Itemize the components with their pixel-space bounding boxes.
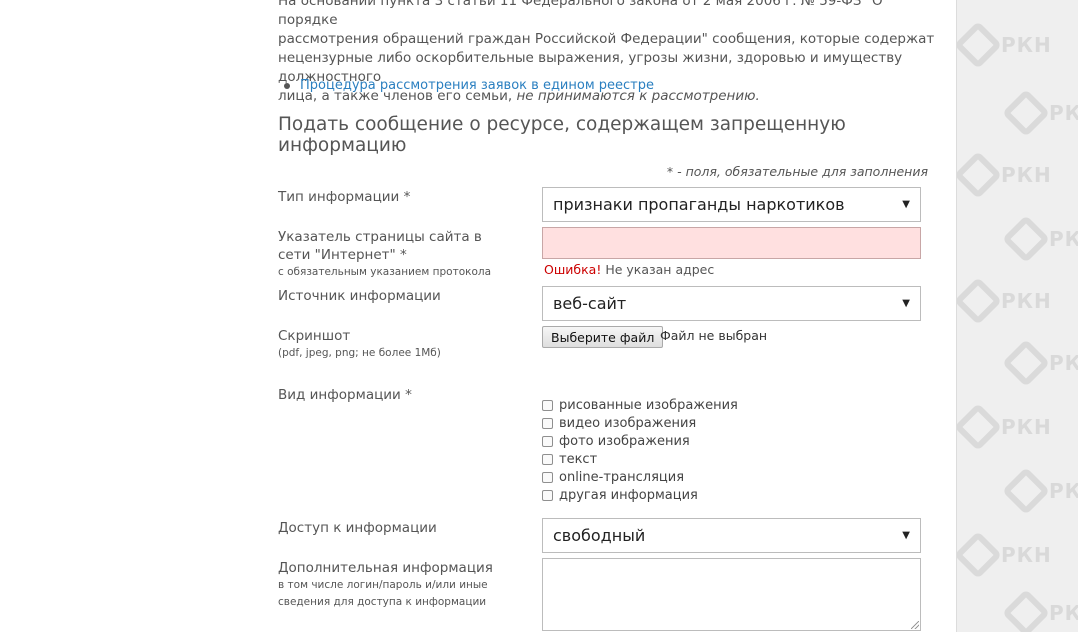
- kind-label: Вид информации *: [278, 387, 412, 403]
- watermark-tile: РКН: [1001, 88, 1078, 138]
- source-value: веб-сайт: [553, 294, 627, 313]
- checkbox-label: другая информация: [559, 487, 698, 503]
- checkbox-drawn-images[interactable]: рисованные изображения: [542, 396, 738, 414]
- form-title: Подать сообщение о ресурсе, содержащем з…: [278, 114, 846, 156]
- extra-info-label: Дополнительная информация в том числе ло…: [278, 559, 493, 611]
- checkbox[interactable]: [542, 435, 553, 447]
- watermark-tile: РКН: [1001, 466, 1078, 516]
- screenshot-hint: (pdf, jpeg, png; не более 1Мб): [278, 347, 441, 359]
- rkn-logo-icon: [1001, 588, 1051, 632]
- source-label: Источник информации: [278, 288, 441, 304]
- watermark-tile: РКН: [1001, 588, 1078, 632]
- checkbox-photo[interactable]: фото изображения: [542, 432, 738, 450]
- intro-line: На основании пункта 3 статьи 11 Федераль…: [278, 0, 883, 28]
- choose-file-button[interactable]: Выберите файл: [542, 326, 664, 348]
- info-type-select[interactable]: признаки пропаганды наркотиков ▼: [542, 187, 921, 222]
- checkbox[interactable]: [542, 417, 553, 429]
- checkbox-label: фото изображения: [559, 433, 690, 449]
- rkn-logo-icon: [957, 276, 1003, 326]
- watermark-background: РКН РКН РКН РКН РКН РКН РКН РКН РКН РКН: [956, 0, 1078, 632]
- access-select[interactable]: свободный ▼: [542, 518, 921, 553]
- procedure-list-item: Процедура рассмотрения заявок в едином р…: [284, 78, 654, 93]
- checkbox[interactable]: [542, 489, 553, 501]
- checkbox-video[interactable]: видео изображения: [542, 414, 738, 432]
- source-select[interactable]: веб-сайт ▼: [542, 286, 921, 321]
- rkn-logo-icon: [1001, 338, 1051, 388]
- url-label-text: Указатель страницы сайта в сети "Интерне…: [278, 229, 482, 263]
- checkbox[interactable]: [542, 399, 553, 411]
- url-error-message: Ошибка! Не указан адрес: [544, 262, 714, 277]
- checkbox[interactable]: [542, 471, 553, 483]
- checkbox-label: текст: [559, 451, 598, 467]
- url-hint: с обязательным указанием протокола: [278, 266, 492, 278]
- watermark-tile: РКН: [957, 150, 1052, 200]
- rkn-logo-icon: [1001, 88, 1051, 138]
- bullet-icon: [284, 82, 290, 89]
- resize-handle-icon[interactable]: [911, 621, 919, 629]
- chevron-down-icon: ▼: [902, 530, 910, 541]
- checkbox-other[interactable]: другая информация: [542, 486, 738, 504]
- info-type-value: признаки пропаганды наркотиков: [553, 195, 845, 214]
- info-type-label: Тип информации *: [278, 189, 411, 205]
- kind-checkbox-list: рисованные изображения видео изображения…: [542, 396, 738, 504]
- checkbox-online-stream[interactable]: online-трансляция: [542, 468, 738, 486]
- access-label: Доступ к информации: [278, 520, 437, 536]
- screenshot-label: Скриншот (pdf, jpeg, png; не более 1Мб): [278, 327, 441, 362]
- main-content: На основании пункта 3 статьи 11 Федераль…: [278, 0, 934, 632]
- url-input[interactable]: [542, 227, 921, 259]
- required-fields-note: * - поля, обязательные для заполнения: [666, 164, 928, 179]
- rkn-logo-icon: [1001, 214, 1051, 264]
- screenshot-label-text: Скриншот: [278, 328, 351, 344]
- watermark-tile: РКН: [1001, 214, 1078, 264]
- chevron-down-icon: ▼: [902, 298, 910, 309]
- watermark-tile: РКН: [957, 276, 1052, 326]
- procedure-link[interactable]: Процедура рассмотрения заявок в едином р…: [300, 78, 654, 93]
- rkn-logo-icon: [957, 530, 1003, 580]
- checkbox-text[interactable]: текст: [542, 450, 738, 468]
- watermark-tile: РКН: [957, 402, 1052, 452]
- access-value: свободный: [553, 526, 646, 545]
- checkbox-label: online-трансляция: [559, 469, 685, 485]
- error-text: Не указан адрес: [601, 262, 715, 277]
- extra-info-label-text: Дополнительная информация: [278, 560, 493, 576]
- extra-info-textarea[interactable]: [542, 558, 921, 631]
- chevron-down-icon: ▼: [902, 199, 910, 210]
- watermark-tile: РКН: [957, 530, 1052, 580]
- file-status: Файл не выбран: [660, 328, 768, 343]
- rkn-logo-icon: [1001, 466, 1051, 516]
- rkn-logo-icon: [957, 150, 1003, 200]
- intro-line: рассмотрения обращений граждан Российско…: [278, 31, 935, 47]
- checkbox-label: рисованные изображения: [559, 397, 738, 413]
- rkn-logo-icon: [957, 20, 1003, 70]
- checkbox[interactable]: [542, 453, 553, 465]
- checkbox-label: видео изображения: [559, 415, 697, 431]
- watermark-tile: РКН: [1001, 338, 1078, 388]
- watermark-tile: РКН: [957, 20, 1052, 70]
- extra-info-hint: в том числе логин/пароль и/или иные: [278, 579, 488, 591]
- page-left-margin: [0, 0, 260, 632]
- error-label: Ошибка!: [544, 262, 602, 277]
- extra-info-hint: сведения для доступа к информации: [278, 596, 487, 608]
- rkn-logo-icon: [957, 402, 1003, 452]
- url-label: Указатель страницы сайта в сети "Интерне…: [278, 228, 508, 281]
